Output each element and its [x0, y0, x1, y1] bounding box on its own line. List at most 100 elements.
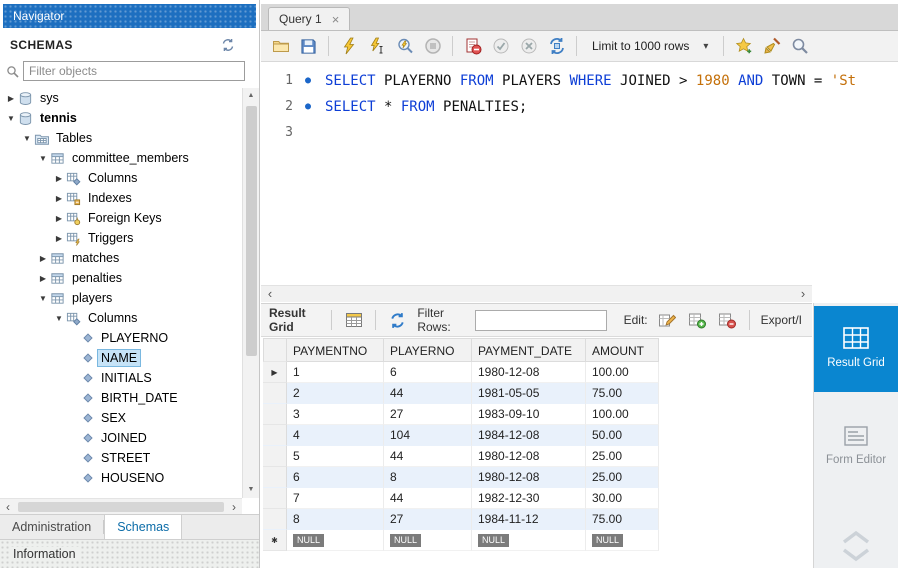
grid-cell[interactable]: 25.00: [586, 446, 659, 467]
filter-rows-input[interactable]: [474, 309, 607, 331]
close-tab-icon[interactable]: ×: [332, 13, 340, 26]
grid-cell[interactable]: 6: [384, 362, 472, 383]
grid-cell[interactable]: 2: [287, 383, 384, 404]
scroll-down-icon[interactable]: ▼: [243, 482, 259, 498]
collapse-icon[interactable]: ▼: [20, 134, 34, 143]
grid-column-header[interactable]: PAYMENT_DATE: [472, 338, 586, 362]
scrollbar-thumb[interactable]: [245, 106, 257, 356]
collapse-icon[interactable]: ▼: [52, 314, 66, 323]
refresh-schemas-button[interactable]: [221, 38, 235, 52]
tree-item-sex[interactable]: SEX: [0, 408, 242, 428]
grid-row[interactable]: 7 44 1982-12-30 30.00: [263, 488, 812, 509]
grid-cell-null[interactable]: NULL: [384, 530, 472, 551]
commit-button[interactable]: [488, 34, 513, 59]
tree-item-matches[interactable]: ▶ matches: [0, 248, 242, 268]
form-editor-view-button[interactable]: Form Editor: [814, 404, 898, 490]
scroll-up-icon[interactable]: ▲: [243, 88, 259, 104]
grid-new-row[interactable]: ✱ NULL NULL NULL NULL: [263, 530, 812, 551]
tree-item-players[interactable]: ▼ players: [0, 288, 242, 308]
filter-objects-input[interactable]: [23, 61, 245, 81]
grid-cell-null[interactable]: NULL: [472, 530, 586, 551]
row-selector[interactable]: [263, 425, 287, 446]
grid-cell[interactable]: 104: [384, 425, 472, 446]
tree-item-penalties[interactable]: ▶ penalties: [0, 268, 242, 288]
grid-cell[interactable]: 7: [287, 488, 384, 509]
tree-item-houseno[interactable]: HOUSENO: [0, 468, 242, 488]
export-import-button[interactable]: Export/I: [761, 313, 802, 327]
expand-icon[interactable]: ▶: [36, 274, 50, 283]
scroll-left-icon[interactable]: ‹: [0, 500, 16, 514]
tree-item-initials[interactable]: INITIALS: [0, 368, 242, 388]
grid-row[interactable]: 8 27 1984-11-12 75.00: [263, 509, 812, 530]
tree-horizontal-scrollbar[interactable]: ‹ ›: [0, 498, 242, 514]
rollback-button[interactable]: [516, 34, 541, 59]
limit-rows-dropdown[interactable]: Limit to 1000 rows ▾: [584, 37, 716, 55]
scroll-right-icon[interactable]: ›: [794, 287, 812, 301]
explain-button[interactable]: [392, 34, 417, 59]
grid-row[interactable]: 6 8 1980-12-08 25.00: [263, 467, 812, 488]
tree-vertical-scrollbar[interactable]: ▲ ▼: [242, 88, 259, 498]
grid-cell[interactable]: 8: [287, 509, 384, 530]
sql-editor[interactable]: 1 ● SELECT PLAYERNO FROM PLAYERS WHERE JOI…: [261, 62, 898, 284]
tab-schemas[interactable]: Schemas: [104, 515, 183, 539]
stop-button[interactable]: [420, 34, 445, 59]
grid-cell[interactable]: 50.00: [586, 425, 659, 446]
code-line[interactable]: 2 ● SELECT * FROM PENALTIES;: [261, 94, 898, 120]
insert-row-button[interactable]: [685, 308, 710, 333]
edit-record-button[interactable]: [655, 308, 680, 333]
grid-row[interactable]: 2 44 1981-05-05 75.00: [263, 383, 812, 404]
grid-row[interactable]: 3 27 1983-09-10 100.00: [263, 404, 812, 425]
tree-item-indexes[interactable]: ▶ Indexes: [0, 188, 242, 208]
autocommit-toggle-button[interactable]: [544, 34, 569, 59]
beautify-script-button[interactable]: [759, 34, 784, 59]
tree-item-street[interactable]: STREET: [0, 448, 242, 468]
tree-item-committee-members[interactable]: ▼ committee_members: [0, 148, 242, 168]
tab-administration[interactable]: Administration: [0, 515, 103, 539]
collapse-icon[interactable]: ▼: [4, 114, 18, 123]
row-selector[interactable]: [263, 509, 287, 530]
grid-cell[interactable]: 1983-09-10: [472, 404, 586, 425]
grid-row[interactable]: 5 44 1980-12-08 25.00: [263, 446, 812, 467]
stop-on-error-toggle-button[interactable]: [460, 34, 485, 59]
execute-button[interactable]: [336, 34, 361, 59]
grid-cell[interactable]: 100.00: [586, 404, 659, 425]
scroll-right-icon[interactable]: ›: [226, 500, 242, 514]
save-snippet-button[interactable]: [731, 34, 756, 59]
grid-cell[interactable]: 75.00: [586, 509, 659, 530]
grid-column-header[interactable]: PLAYERNO: [384, 338, 472, 362]
grid-cell[interactable]: 30.00: [586, 488, 659, 509]
find-button[interactable]: [787, 34, 812, 59]
collapse-icon[interactable]: ▼: [36, 294, 50, 303]
grid-cell-null[interactable]: NULL: [287, 530, 384, 551]
tab-query-1[interactable]: Query 1 ×: [268, 7, 351, 30]
grid-cell[interactable]: 75.00: [586, 383, 659, 404]
refresh-grid-button[interactable]: [385, 308, 410, 333]
chevron-up-icon[interactable]: [839, 528, 873, 546]
result-grid-view-button[interactable]: Result Grid: [813, 306, 898, 392]
grid-cell[interactable]: 1982-12-30: [472, 488, 586, 509]
current-row-marker[interactable]: ▶: [263, 362, 287, 383]
grid-column-header[interactable]: AMOUNT: [586, 338, 659, 362]
grid-cell[interactable]: 44: [384, 488, 472, 509]
scrollbar-thumb[interactable]: [18, 501, 224, 512]
grid-column-header[interactable]: PAYMENTNO: [287, 338, 384, 362]
execute-current-statement-button[interactable]: [364, 34, 389, 59]
tree-item-playerno[interactable]: PLAYERNO: [0, 328, 242, 348]
grid-cell[interactable]: 1980-12-08: [472, 362, 586, 383]
tree-item-sys[interactable]: ▶ sys: [0, 88, 242, 108]
row-selector[interactable]: [263, 383, 287, 404]
grid-cell[interactable]: 27: [384, 509, 472, 530]
grid-cell[interactable]: 44: [384, 446, 472, 467]
grid-row[interactable]: 4 104 1984-12-08 50.00: [263, 425, 812, 446]
grid-cell[interactable]: 1984-12-08: [472, 425, 586, 446]
grid-cell[interactable]: 27: [384, 404, 472, 425]
tree-item-tennis[interactable]: ▼ tennis: [0, 108, 242, 128]
expand-icon[interactable]: ▶: [52, 194, 66, 203]
code-line[interactable]: 1 ● SELECT PLAYERNO FROM PLAYERS WHERE JOI…: [261, 68, 898, 94]
information-section-header[interactable]: Information: [0, 540, 259, 568]
scroll-left-icon[interactable]: ‹: [261, 287, 279, 301]
expand-icon[interactable]: ▶: [52, 214, 66, 223]
expand-icon[interactable]: ▶: [52, 234, 66, 243]
code-line[interactable]: 3: [261, 120, 898, 146]
editor-horizontal-scrollbar[interactable]: ‹ ›: [261, 285, 812, 302]
